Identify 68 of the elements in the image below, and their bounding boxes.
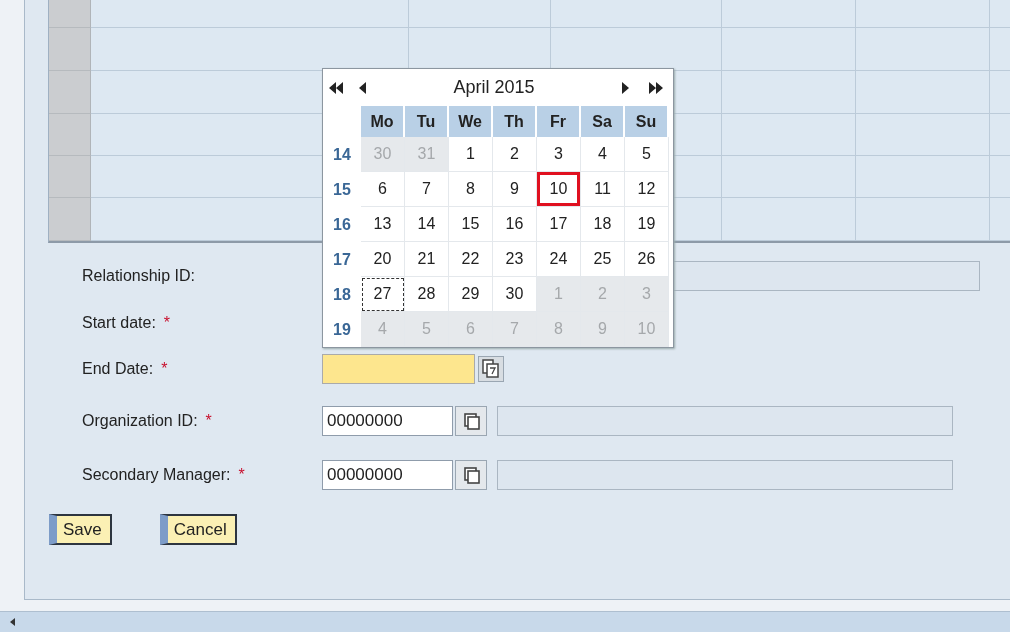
lookup-icon[interactable] (455, 460, 487, 490)
weekday-header: We (449, 106, 493, 137)
day-cell[interactable]: 3 (537, 137, 581, 172)
day-cell[interactable]: 11 (581, 172, 625, 207)
day-cell[interactable]: 16 (493, 207, 537, 242)
row-header-cell[interactable] (49, 28, 91, 71)
field-label: Start date: (82, 314, 156, 332)
day-cell[interactable]: 1 (449, 137, 493, 172)
date-field[interactable] (322, 354, 475, 384)
day-cell[interactable]: 19 (625, 207, 669, 242)
next-icon[interactable] (622, 81, 629, 94)
previous-icon[interactable] (359, 81, 366, 94)
weekday-header: Tu (405, 106, 449, 137)
scroll-left-icon[interactable] (10, 618, 15, 626)
save-button[interactable]: Save (49, 514, 112, 545)
required-marker: * (163, 314, 171, 332)
week-number: 16 (332, 214, 352, 235)
day-cell[interactable]: 22 (449, 242, 493, 277)
week-number: 19 (332, 319, 352, 340)
required-marker: * (205, 412, 212, 430)
field-label: Secondary Manager: (82, 466, 231, 484)
row-header-cell[interactable] (49, 71, 91, 114)
week-number: 14 (332, 144, 352, 165)
row-header-cell[interactable] (49, 198, 91, 241)
day-cell[interactable]: 9 (493, 172, 537, 207)
day-cell[interactable]: 6 (361, 172, 405, 207)
field-label: Relationship ID: (82, 267, 195, 285)
weekday-header: Fr (537, 106, 581, 137)
required-marker: * (238, 466, 245, 484)
week-number: 18 (332, 284, 352, 305)
text-field[interactable] (672, 261, 980, 291)
first-page-icon[interactable] (329, 81, 343, 94)
required-marker: * (161, 360, 168, 378)
day-cell[interactable]: 8 (449, 172, 493, 207)
day-cell[interactable]: 14 (405, 207, 449, 242)
row-header-cell[interactable] (49, 0, 91, 28)
day-cell[interactable]: 2 (493, 137, 537, 172)
day-cell[interactable]: 17 (537, 207, 581, 242)
day-cell[interactable]: 4 (581, 137, 625, 172)
last-page-icon[interactable] (649, 81, 663, 94)
input-field[interactable]: 00000000 (322, 460, 453, 490)
lookup-icon[interactable] (455, 406, 487, 436)
calendar-icon[interactable] (478, 356, 504, 382)
weekday-header: Su (625, 106, 669, 137)
day-cell[interactable]: 7 (405, 172, 449, 207)
day-cell[interactable]: 10 (537, 172, 581, 207)
week-number: 15 (332, 179, 352, 200)
field-label: End Date: (82, 360, 154, 378)
input-field[interactable]: 00000000 (322, 406, 453, 436)
day-cell[interactable]: 12 (625, 172, 669, 207)
day-cell[interactable]: 5 (625, 137, 669, 172)
cancel-button[interactable]: Cancel (159, 514, 237, 545)
field-label: Organization ID: (82, 412, 198, 430)
weekday-header: Mo (361, 106, 405, 137)
day-cell[interactable]: 21 (405, 242, 449, 277)
horizontal-scrollbar[interactable] (0, 611, 1010, 632)
row-header-cell[interactable] (49, 156, 91, 198)
day-cell[interactable]: 27 (361, 277, 405, 312)
weekday-header: Sa (581, 106, 625, 137)
row-header-cell[interactable] (49, 114, 91, 156)
week-number: 17 (332, 249, 352, 270)
day-cell[interactable]: 13 (361, 207, 405, 242)
day-cell[interactable]: 20 (361, 242, 405, 277)
day-cell[interactable]: 15 (449, 207, 493, 242)
month-title: April 2015 (452, 77, 536, 98)
weekday-header: Th (493, 106, 537, 137)
day-cell[interactable]: 18 (581, 207, 625, 242)
day-cell[interactable]: 23 (493, 242, 537, 277)
